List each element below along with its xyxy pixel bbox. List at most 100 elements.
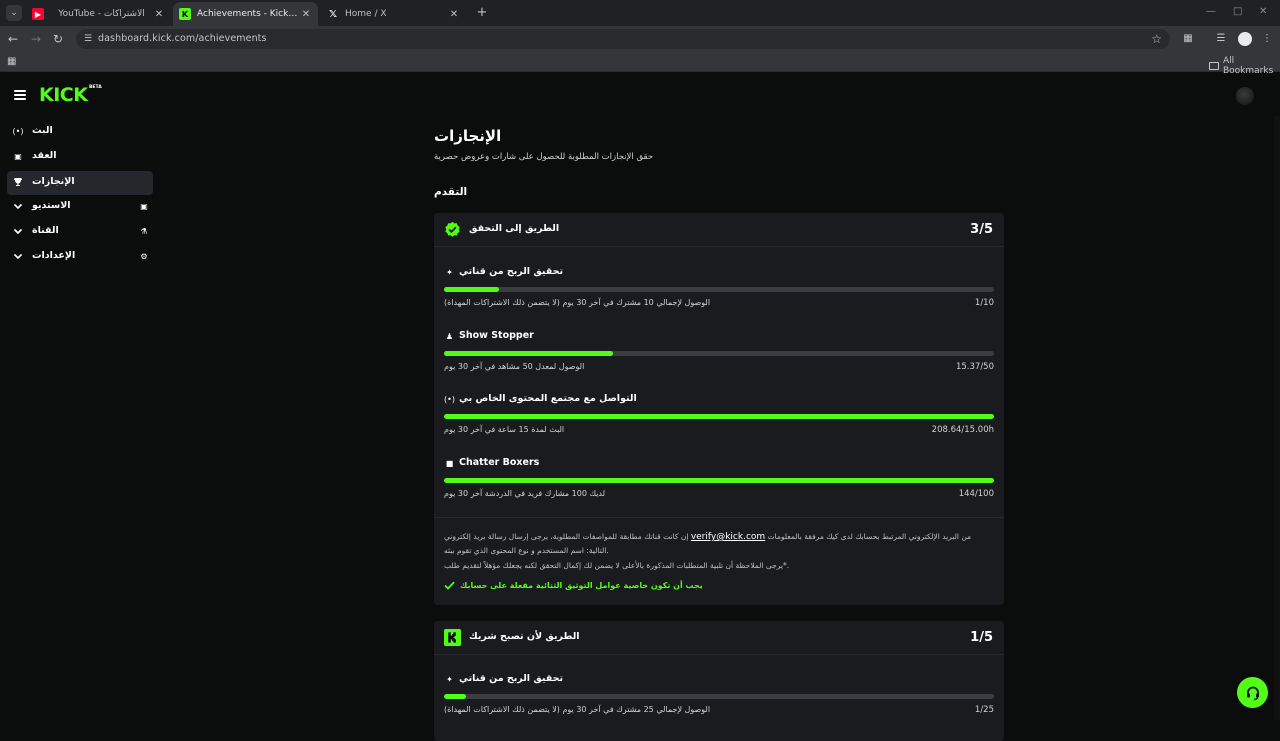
progress-fill — [444, 694, 466, 699]
sidebar-item-studio[interactable]: الاستديو ▣ — [7, 195, 153, 219]
sidebar-item-achievements[interactable]: الإنجازات — [7, 171, 153, 195]
progress-track — [444, 287, 994, 292]
sparkle-icon: ✦ — [446, 675, 453, 684]
page-subtitle: حقق الإنجازات المطلوبة للحصول على شارات … — [434, 152, 654, 162]
tab-title: YouTube - الاشتراكات — [58, 9, 145, 19]
info-2fa-requirement: يجب أن تكون خاصية عوامل التوثيق الثنائية… — [444, 581, 703, 590]
criterion-monetization: ✦ تحقيق الربح من قناتي الوصول لإجمالي 10… — [444, 266, 994, 316]
criterion-title: Chatter Boxers — [459, 457, 540, 468]
info-text: إن كانت قناتك مطابقة للمواصفات المطلوبة،… — [444, 532, 689, 541]
sidebar-item-settings[interactable]: الإعدادات ⚙ — [7, 245, 153, 269]
menu-kebab-icon[interactable]: ⋮ — [1260, 32, 1274, 46]
sidebar-item-contract[interactable]: ▣ العقد — [7, 145, 153, 169]
folder-icon — [1209, 62, 1219, 70]
all-bookmarks-label: All Bookmarks — [1222, 56, 1274, 76]
criterion-chatter-boxers: ■ Chatter Boxers لديك 100 مشارك فريد في … — [444, 457, 994, 507]
criterion-title: Show Stopper — [459, 330, 534, 341]
site-info-icon[interactable]: ☰ — [82, 33, 94, 45]
bookmarks-bar: ▦ All Bookmarks — [0, 52, 1280, 76]
partner-card: الطريق لأن تصبح شريك 1/5 ✦ تحقيق الربح م… — [434, 621, 1004, 741]
close-window-icon[interactable]: ✕ — [1259, 6, 1267, 17]
criterion-monetization: ✦ تحقيق الربح من قناتي الوصول لإجمالي 25… — [444, 673, 994, 723]
criterion-value: 208.64/15.00h — [931, 425, 994, 435]
browser-tab-bar: ⌄ ▶ YouTube - الاشتراكات ✕ K Achievement… — [0, 0, 1280, 26]
criterion-description: الوصول لإجمالي 25 مشترك في آخر 30 يوم (ل… — [444, 705, 711, 714]
address-bar[interactable]: ☰ dashboard.kick.com/achievements ☆ — [76, 29, 1170, 49]
progress-track — [444, 414, 994, 419]
sidebar-item-channel[interactable]: القناة ⚗ — [7, 220, 153, 244]
criterion-description: الوصول لإجمالي 10 مشترك في آخر 30 يوم (ل… — [444, 298, 711, 307]
card-progress-count: 1/5 — [970, 630, 993, 645]
criterion-description: الوصول لمعدل 50 مشاهد في آخر 30 يوم — [444, 362, 585, 371]
progress-fill — [444, 351, 613, 356]
card-header: الطريق لأن تصبح شريك 1/5 — [434, 621, 1004, 655]
hamburger-menu-icon[interactable] — [14, 90, 26, 100]
sidebar-item-label: الإنجازات — [32, 176, 75, 187]
close-icon[interactable]: ✕ — [300, 9, 312, 20]
channel-icon: ⚗ — [140, 227, 148, 236]
youtube-icon: ▶ — [32, 8, 44, 20]
user-avatar[interactable] — [1236, 87, 1254, 105]
settings-icon: ⚙ — [140, 252, 148, 261]
sidebar: (•) البث ▣ العقد الإنجازات الاستديو ▣ ال… — [0, 116, 160, 720]
sidebar-item-label: العقد — [32, 150, 57, 161]
close-icon[interactable]: ✕ — [448, 9, 460, 20]
sparkle-icon: ✦ — [446, 268, 453, 277]
verified-badge-icon — [445, 221, 460, 237]
card-progress-count: 3/5 — [970, 222, 993, 237]
back-icon[interactable]: ← — [5, 31, 21, 47]
minimize-icon[interactable]: — — [1206, 6, 1216, 17]
sidebar-item-label: الاستديو — [32, 200, 71, 211]
criterion-show-stopper: ♟ Show Stopper الوصول لمعدل 50 مشاهد في … — [444, 330, 994, 380]
studio-icon: ▣ — [140, 202, 148, 211]
tab-youtube[interactable]: ▶ YouTube - الاشتراكات ✕ — [26, 2, 171, 26]
verification-info: إن كانت قناتك مطابقة للمواصفات المطلوبة،… — [434, 517, 1004, 605]
sidebar-item-label: القناة — [32, 225, 59, 236]
info-email-instructions: إن كانت قناتك مطابقة للمواصفات المطلوبة،… — [444, 530, 984, 557]
reload-icon[interactable]: ↻ — [50, 31, 66, 47]
tab-search-chevron-icon[interactable]: ⌄ — [6, 5, 22, 21]
headset-icon — [1246, 686, 1259, 700]
criterion-title: تحقيق الربح من قناتي — [459, 266, 564, 277]
support-chat-button[interactable] — [1237, 677, 1268, 708]
kick-logo[interactable]: KICK — [39, 84, 88, 106]
profile-avatar[interactable] — [1238, 32, 1252, 46]
sidebar-item-stream[interactable]: (•) البث — [7, 120, 153, 144]
forward-icon[interactable]: → — [28, 31, 44, 47]
tab-x-home[interactable]: 𝕏 Home / X ✕ — [321, 2, 466, 26]
bookmark-star-icon[interactable]: ☆ — [1151, 32, 1162, 46]
x-icon: 𝕏 — [328, 8, 338, 20]
url-text[interactable]: dashboard.kick.com/achievements — [98, 33, 267, 44]
tab-title: Achievements - Kick Dashboard — [197, 9, 300, 19]
criterion-title: تحقيق الربح من قناتي — [459, 673, 564, 684]
tab-achievements[interactable]: K Achievements - Kick Dashboard ✕ — [173, 2, 318, 26]
browser-toolbar: ← → ↻ ☰ dashboard.kick.com/achievements … — [0, 26, 1280, 52]
contract-icon: ▣ — [14, 152, 22, 161]
section-title-progress: التقدم — [434, 186, 468, 198]
criterion-value: 144/100 — [958, 489, 994, 499]
progress-track — [444, 351, 994, 356]
new-tab-icon[interactable]: + — [474, 5, 490, 21]
extensions-icon[interactable]: ▦ — [1181, 32, 1195, 46]
close-icon[interactable]: ✕ — [153, 9, 165, 20]
criterion-description: البث لمدة 15 ساعة في آخر 30 يوم — [444, 425, 565, 434]
card-title: الطريق إلى التحقق — [469, 223, 560, 234]
apps-grid-icon[interactable]: ▦ — [7, 56, 16, 67]
kick-icon: K — [179, 8, 191, 20]
progress-track — [444, 694, 994, 699]
card-title: الطريق لأن تصبح شريك — [469, 631, 580, 642]
maximize-icon[interactable]: □ — [1233, 6, 1242, 17]
criterion-description: لديك 100 مشارك فريد في الدردشة آخر 30 يو… — [444, 489, 606, 498]
dashboard-header: KICK BETA — [0, 76, 1280, 116]
info-2fa-text: يجب أن تكون خاصية عوامل التوثيق الثنائية… — [460, 581, 703, 590]
all-bookmarks-button[interactable]: All Bookmarks — [1209, 56, 1280, 76]
media-controls-icon[interactable]: ☰ — [1214, 32, 1228, 46]
broadcast-icon: (•) — [444, 395, 455, 404]
page-scrollbar[interactable] — [1274, 116, 1280, 720]
chevron-down-icon — [12, 251, 24, 263]
beta-tag: BETA — [89, 85, 102, 90]
chat-icon: ■ — [445, 459, 454, 468]
progress-track — [444, 478, 994, 483]
verify-email-link[interactable]: verify@kick.com — [691, 532, 765, 542]
broadcast-icon: (•) — [12, 127, 24, 136]
